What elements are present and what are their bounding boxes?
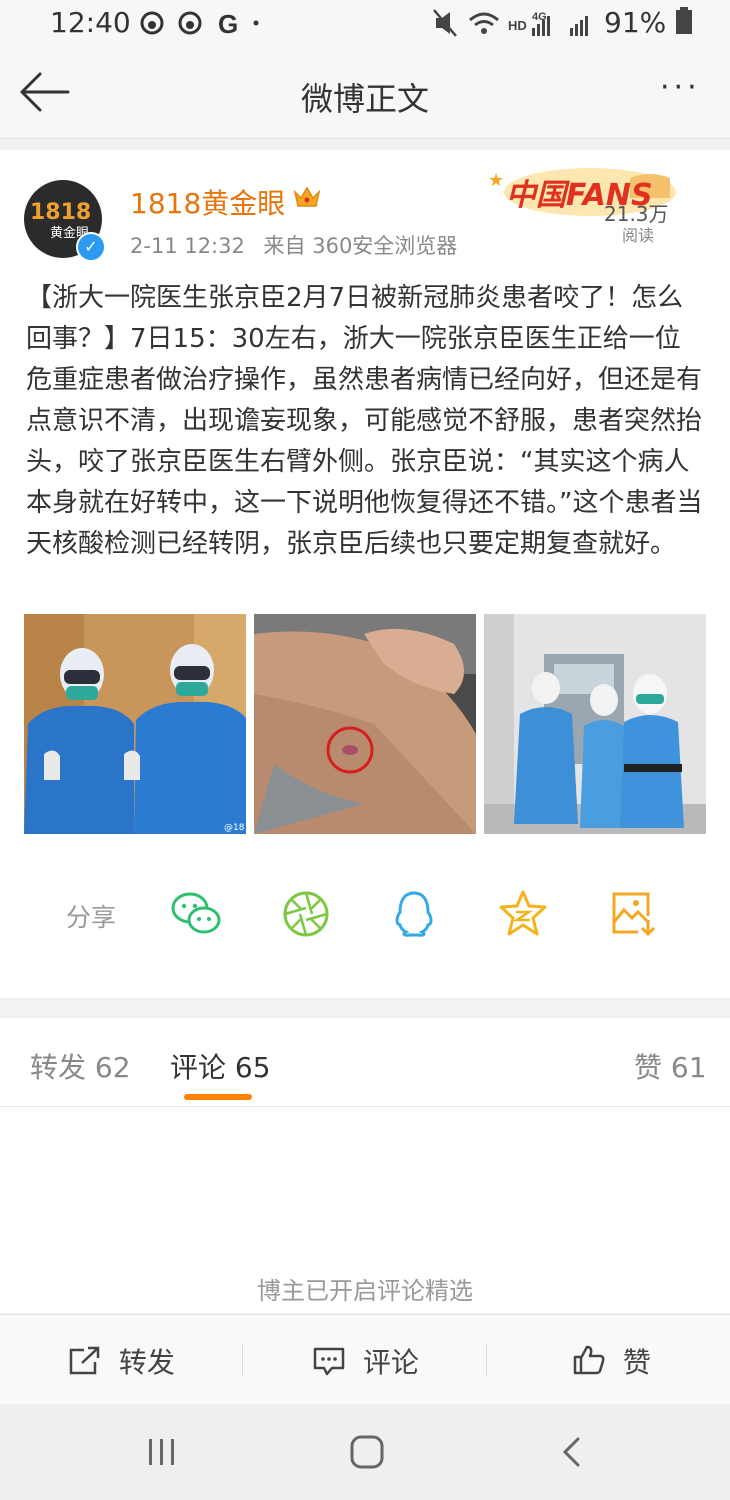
moments-icon bbox=[283, 891, 329, 937]
recent-apps-icon bbox=[149, 1439, 174, 1465]
crown-icon bbox=[292, 184, 322, 216]
system-nav-bar bbox=[0, 1404, 730, 1500]
home-button[interactable] bbox=[349, 1434, 385, 1474]
post-meta: 2-11 12:32 来自 360安全浏览器 bbox=[130, 230, 457, 260]
post-photo-3[interactable] bbox=[484, 614, 706, 834]
post-content: 【浙大一院医生张京臣2月7日被新冠肺炎患者咬了！怎么回事？】7日15：30左右，… bbox=[26, 283, 703, 559]
post-photo-1[interactable]: @18 bbox=[24, 614, 246, 834]
read-label: 阅读 bbox=[622, 226, 655, 245]
comments-curated-note: 博主已开启评论精选 bbox=[257, 1277, 473, 1305]
home-icon bbox=[350, 1435, 384, 1469]
author-name[interactable]: 1818黄金眼 bbox=[130, 182, 285, 222]
qq-icon bbox=[395, 891, 433, 937]
comment-button[interactable]: 评论 bbox=[312, 1341, 419, 1381]
repost-label: 转发 bbox=[118, 1346, 175, 1379]
fans-badge[interactable]: ★ 中国FANS 21.3万 阅读 bbox=[480, 158, 680, 245]
repost-button[interactable]: 转发 bbox=[68, 1341, 175, 1381]
system-icons: HD 4G bbox=[432, 8, 602, 46]
verified-badge-icon: ✓ bbox=[76, 232, 106, 262]
comment-icon bbox=[313, 1347, 345, 1376]
comments-area: 博主已开启评论精选 bbox=[0, 1107, 730, 1313]
recent-apps-button[interactable] bbox=[146, 1436, 178, 1472]
like-icon bbox=[573, 1345, 605, 1375]
signal-icons: HD 4G bbox=[433, 9, 588, 37]
system-back-button[interactable] bbox=[558, 1436, 586, 1472]
divider bbox=[486, 1343, 487, 1377]
two-medical-workers-photo: @18 bbox=[24, 614, 246, 834]
svg-text:@18: @18 bbox=[224, 823, 245, 833]
comment-label: 评论 bbox=[362, 1346, 419, 1379]
status-time: 12:40 bbox=[50, 6, 131, 39]
qzone-icon bbox=[499, 890, 547, 936]
arm-bite-photo bbox=[254, 614, 476, 834]
status-bar: 12:40 G HD 4G 91% bbox=[0, 0, 730, 52]
tab-likes[interactable]: 赞 61 bbox=[634, 1046, 707, 1086]
share-wechat-button[interactable] bbox=[170, 888, 222, 940]
more-button[interactable]: ··· bbox=[660, 70, 701, 105]
tab-reposts[interactable]: 转发 62 bbox=[30, 1046, 131, 1086]
wechat-icon bbox=[171, 892, 221, 934]
svg-text:G: G bbox=[218, 9, 246, 38]
more-icon: ··· bbox=[660, 70, 701, 105]
action-bar: 转发 评论 赞 bbox=[0, 1314, 730, 1405]
active-tab-indicator bbox=[184, 1094, 252, 1100]
post-source: 来自 360安全浏览器 bbox=[263, 234, 458, 258]
weibo-icon: G bbox=[140, 9, 259, 39]
top-bar: 微博正文 ··· bbox=[0, 52, 730, 139]
battery-status: 91% bbox=[604, 6, 693, 39]
share-label: 分享 bbox=[66, 903, 117, 932]
interaction-tabs: 转发 62 评论 65 赞 61 bbox=[0, 1018, 730, 1107]
page-title: 微博正文 bbox=[300, 80, 429, 118]
system-back-icon bbox=[562, 1437, 580, 1467]
battery-icon bbox=[676, 7, 693, 34]
save-image-button[interactable] bbox=[608, 888, 660, 940]
post-photo-2[interactable] bbox=[254, 614, 476, 834]
share-moments-button[interactable] bbox=[280, 888, 332, 940]
battery-percent: 91% bbox=[604, 6, 667, 39]
medical-team-photo bbox=[484, 614, 706, 834]
repost-icon bbox=[69, 1346, 100, 1375]
share-qq-button[interactable] bbox=[388, 888, 440, 940]
like-label: 赞 bbox=[622, 1346, 651, 1379]
svg-text:HD: HD bbox=[508, 18, 527, 33]
post-timestamp: 2-11 12:32 bbox=[130, 234, 245, 258]
tab-comments[interactable]: 评论 65 bbox=[170, 1046, 271, 1086]
save-image-icon bbox=[612, 892, 656, 937]
like-button[interactable]: 赞 bbox=[572, 1341, 651, 1381]
svg-text:★: ★ bbox=[488, 170, 504, 191]
post-card: 1818 黄金眼 ✓ 1818黄金眼 2-11 12:32 来自 360安全浏览… bbox=[0, 150, 730, 998]
notification-icons: G bbox=[140, 8, 260, 45]
divider bbox=[242, 1343, 243, 1377]
share-qzone-button[interactable] bbox=[497, 888, 549, 940]
